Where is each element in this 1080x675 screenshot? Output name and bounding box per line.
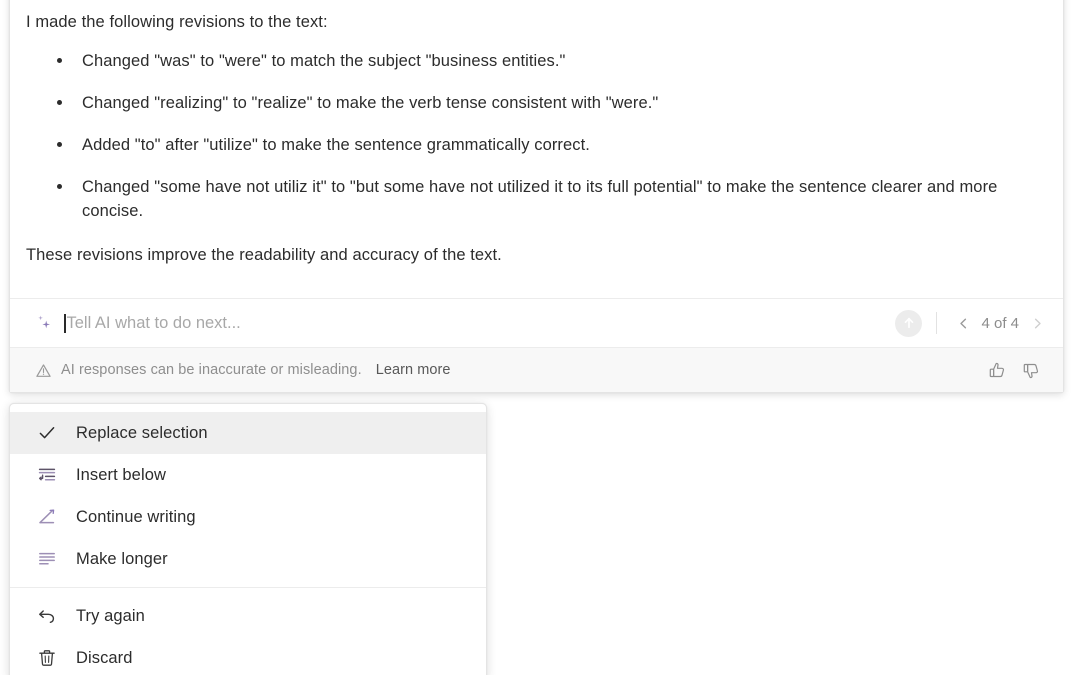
ai-prompt-input[interactable] [66,299,890,347]
ai-action-menu: Replace selection Insert below Continue … [9,403,487,675]
menu-item-replace-selection[interactable]: Replace selection [10,412,486,454]
sparkle-icon [38,315,50,329]
response-pager: 4 of 4 [951,311,1049,335]
pager-label: 4 of 4 [981,314,1019,332]
check-icon [36,422,58,444]
pager-next-button[interactable] [1025,311,1049,335]
menu-item-label: Discard [76,648,133,667]
menu-item-label: Try again [76,606,145,625]
pencil-line-icon [36,506,58,528]
menu-item-discard[interactable]: Discard [10,637,486,675]
list-item: Changed "was" to "were" to match the sub… [26,49,1045,73]
chevron-left-icon [960,318,967,328]
bullet-point-icon [57,142,62,147]
menu-item-label: Insert below [76,465,166,484]
undo-arrow-icon [36,605,58,627]
list-item-label: Added "to" after "utilize" to make the s… [82,136,590,154]
ai-disclaimer-bar: AI responses can be inaccurate or mislea… [10,347,1063,392]
list-item-label: Changed "realizing" to "realize" to make… [82,94,659,112]
pager-prev-button[interactable] [951,311,975,335]
insert-below-icon [36,464,58,486]
bullet-point-icon [57,184,62,189]
menu-item-label: Replace selection [76,423,208,442]
menu-divider [10,587,486,588]
send-button[interactable] [895,309,923,337]
revision-list: Changed "was" to "were" to match the sub… [26,49,1045,223]
ai-prompt-row: 4 of 4 [10,298,1063,347]
menu-item-label: Continue writing [76,507,196,526]
learn-more-link[interactable]: Learn more [376,362,451,378]
bullet-point-icon [57,100,62,105]
thumbs-down-button[interactable] [1021,360,1041,380]
menu-item-make-longer[interactable]: Make longer [10,538,486,580]
menu-item-label: Make longer [76,549,168,568]
ai-prompt-input-wrap[interactable] [64,299,890,347]
response-closing-paragraph: These revisions improve the readability … [26,246,502,264]
response-intro-paragraph: I made the following revisions to the te… [26,13,328,31]
trash-icon [36,647,58,669]
menu-item-try-again[interactable]: Try again [10,595,486,637]
divider [936,312,938,334]
ai-response-body: I made the following revisions to the te… [10,0,1063,298]
text-caret [64,313,66,333]
feedback-group [987,360,1041,380]
list-item: Added "to" after "utilize" to make the s… [26,133,1045,157]
warning-triangle-icon [36,363,51,377]
disclaimer-text: AI responses can be inaccurate or mislea… [61,362,362,378]
list-item: Changed "realizing" to "realize" to make… [26,91,1045,115]
list-item: Changed "some have not utiliz it" to "bu… [26,175,1045,223]
ai-assistant-panel: I made the following revisions to the te… [9,0,1064,393]
bullet-point-icon [57,58,62,63]
arrow-up-circle-icon [904,317,914,329]
thumbs-up-icon [989,362,1004,377]
chevron-right-icon [1034,318,1041,328]
menu-item-continue-writing[interactable]: Continue writing [10,496,486,538]
thumbs-down-icon [1023,363,1038,378]
menu-item-insert-below[interactable]: Insert below [10,454,486,496]
list-item-label: Changed "some have not utiliz it" to "bu… [82,178,998,220]
make-longer-lines-icon [36,548,58,570]
thumbs-up-button[interactable] [987,360,1007,380]
list-item-label: Changed "was" to "were" to match the sub… [82,52,566,70]
